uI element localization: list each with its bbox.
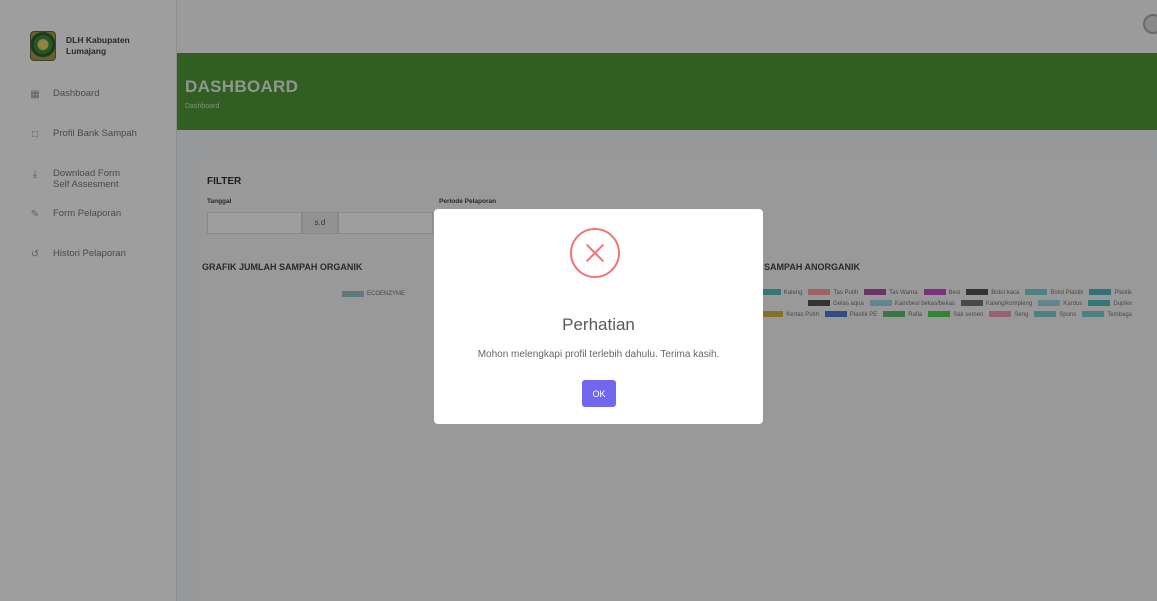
modal-title: Perhatian [562,315,635,334]
error-x-icon [570,228,620,278]
alert-modal: Perhatian Mohon melengkapi profil terleb… [434,209,763,424]
ok-button[interactable]: OK [582,380,616,407]
modal-message: Mohon melengkapi profil terlebih dahulu.… [477,349,720,360]
